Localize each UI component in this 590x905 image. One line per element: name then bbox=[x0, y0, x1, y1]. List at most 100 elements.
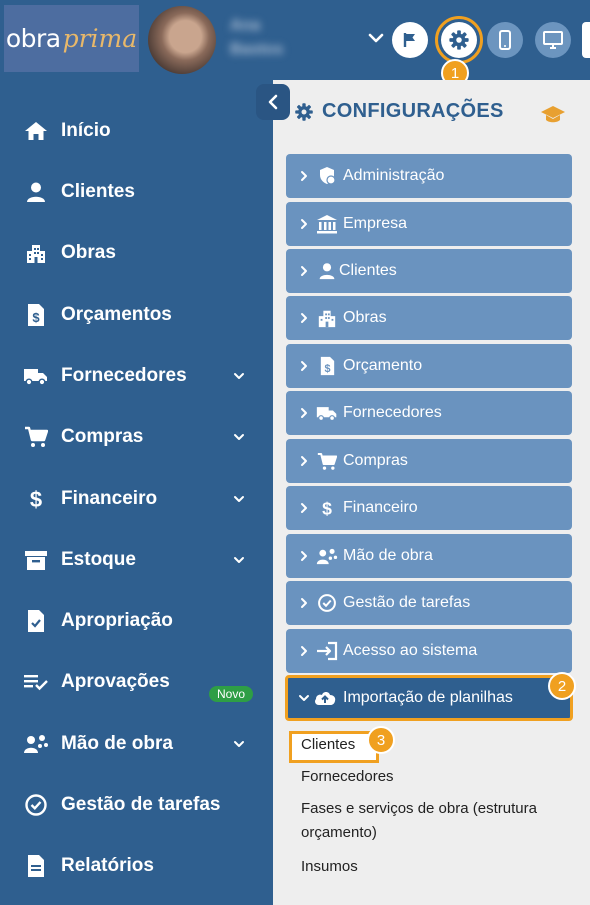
sidebar-item-relatorios[interactable]: Relatórios bbox=[0, 841, 273, 891]
sidebar-item-apropriacao[interactable]: Apropriação bbox=[0, 596, 273, 646]
config-section-label: Fornecedores bbox=[343, 404, 442, 421]
config-section-label: Acesso ao sistema bbox=[343, 642, 478, 659]
dollar-icon: $ bbox=[315, 496, 339, 520]
truck-icon bbox=[23, 363, 49, 389]
submenu-item-insumos[interactable]: Insumos bbox=[301, 855, 358, 879]
sidebar-item-financeiro[interactable]: $ Financeiro bbox=[0, 474, 273, 524]
chevron-right-icon bbox=[301, 646, 307, 656]
desktop-button[interactable] bbox=[535, 22, 571, 58]
truck-icon bbox=[315, 401, 339, 425]
sidebar-item-mao-de-obra[interactable]: Mão de obra bbox=[0, 719, 273, 769]
chevron-left-icon bbox=[268, 94, 278, 110]
sidebar-item-clientes[interactable]: Clientes bbox=[0, 167, 273, 217]
chevron-down-icon bbox=[234, 557, 244, 563]
invoice-icon: $ bbox=[315, 354, 339, 378]
config-section-label: Clientes bbox=[339, 262, 397, 279]
check-circle-icon bbox=[315, 591, 339, 615]
config-section-fornecedores[interactable]: Fornecedores bbox=[286, 391, 572, 435]
chevron-down-icon[interactable] bbox=[366, 28, 386, 48]
config-section-compras[interactable]: Compras bbox=[286, 439, 572, 483]
sidebar-item-label: Relatórios bbox=[61, 855, 154, 876]
config-section-administracao[interactable]: Administração bbox=[286, 154, 572, 198]
shield-icon bbox=[315, 164, 339, 188]
config-section-gestao-de-tarefas[interactable]: Gestão de tarefas bbox=[286, 581, 572, 625]
chevron-down-icon bbox=[299, 695, 309, 701]
sidebar-item-label: Financeiro bbox=[61, 488, 158, 509]
settings-button[interactable] bbox=[441, 22, 477, 58]
user-icon bbox=[315, 259, 339, 283]
logo-text-prima: prima bbox=[62, 24, 138, 53]
svg-text:$: $ bbox=[30, 487, 42, 511]
svg-text:$: $ bbox=[322, 498, 332, 518]
config-section-label: Compras bbox=[343, 452, 408, 469]
sidebar-item-obras[interactable]: Obras bbox=[0, 228, 273, 278]
sidebar-item-estoque[interactable]: Estoque bbox=[0, 535, 273, 585]
monitor-icon bbox=[543, 31, 563, 49]
report-icon bbox=[23, 853, 49, 879]
user-name: Ana bbox=[230, 17, 261, 34]
submenu-item-clientes[interactable]: Clientes bbox=[301, 733, 355, 757]
chevron-right-icon bbox=[301, 598, 307, 608]
config-section-mao-de-obra[interactable]: Mão de obra bbox=[286, 534, 572, 578]
sidebar-item-label: Obras bbox=[61, 242, 116, 263]
sidebar-item-orcamentos[interactable]: $ Orçamentos bbox=[0, 290, 273, 340]
login-icon bbox=[315, 639, 339, 663]
settings-title: CONFIGURAÇÕES bbox=[294, 100, 504, 123]
config-section-acesso-ao-sistema[interactable]: Acesso ao sistema bbox=[286, 629, 572, 673]
config-section-orcamento[interactable]: $ Orçamento bbox=[286, 344, 572, 388]
dollar-icon: $ bbox=[23, 486, 49, 512]
invoice-icon: $ bbox=[23, 302, 49, 328]
submenu-item-fornecedores[interactable]: Fornecedores bbox=[301, 765, 394, 789]
check-circle-icon bbox=[23, 792, 49, 818]
mobile-button[interactable] bbox=[487, 22, 523, 58]
sidebar-item-inicio[interactable]: Início bbox=[0, 106, 273, 156]
submenu-item-fases-e-servicos[interactable]: Fases e serviços de obra (estrutura orça… bbox=[301, 797, 566, 845]
config-section-label: Financeiro bbox=[343, 499, 418, 516]
chevron-right-icon bbox=[301, 219, 307, 229]
chevron-down-icon bbox=[234, 434, 244, 440]
sidebar-item-label: Gestão de tarefas bbox=[61, 794, 221, 815]
workers-icon bbox=[23, 731, 49, 757]
svg-text:$: $ bbox=[324, 363, 330, 375]
sidebar-item-label: Compras bbox=[61, 426, 144, 447]
home-icon bbox=[23, 118, 49, 144]
sidebar-item-label: Início bbox=[61, 120, 111, 141]
sidebar-item-compras[interactable]: Compras bbox=[0, 412, 273, 462]
config-section-clientes[interactable]: Clientes bbox=[286, 249, 572, 293]
config-section-financeiro[interactable]: $ Financeiro bbox=[286, 486, 572, 530]
chevron-right-icon bbox=[301, 408, 307, 418]
mobile-icon bbox=[499, 30, 511, 50]
bank-icon bbox=[315, 212, 339, 236]
chevron-right-icon bbox=[301, 266, 307, 276]
avatar[interactable] bbox=[148, 6, 216, 74]
config-section-label: Importação de planilhas bbox=[343, 689, 513, 706]
sidebar-item-gestao-de-tarefas[interactable]: Gestão de tarefas bbox=[0, 780, 273, 830]
top-bar-edge-button[interactable] bbox=[582, 22, 590, 58]
sidebar: Início Clientes Obras $ Orçamentos Forne… bbox=[0, 80, 273, 905]
workers-icon bbox=[315, 544, 339, 568]
config-section-obras[interactable]: Obras bbox=[286, 296, 572, 340]
sidebar-item-label: Clientes bbox=[61, 181, 135, 202]
svg-text:$: $ bbox=[32, 310, 40, 325]
gear-icon bbox=[295, 102, 313, 121]
flag-icon bbox=[403, 33, 415, 47]
obra-prima-logo[interactable]: obra prima bbox=[4, 5, 139, 72]
config-section-label: Administração bbox=[343, 167, 445, 184]
chevron-down-icon bbox=[234, 373, 244, 379]
cart-icon bbox=[315, 449, 339, 473]
chevron-right-icon bbox=[301, 503, 307, 513]
user-name-block[interactable]: Ana Bastos bbox=[230, 14, 330, 64]
sidebar-item-fornecedores[interactable]: Fornecedores bbox=[0, 351, 273, 401]
gear-icon bbox=[449, 30, 469, 50]
list-check-icon bbox=[23, 669, 49, 695]
collapse-sidebar-button[interactable] bbox=[256, 84, 290, 120]
building-icon bbox=[23, 240, 49, 266]
file-check-icon bbox=[23, 608, 49, 634]
graduation-cap-icon[interactable] bbox=[540, 103, 566, 125]
config-section-label: Orçamento bbox=[343, 357, 423, 374]
config-section-empresa[interactable]: Empresa bbox=[286, 202, 572, 246]
sidebar-item-label: Mão de obra bbox=[61, 733, 173, 754]
chevron-right-icon bbox=[301, 456, 307, 466]
config-section-importacao-de-planilhas[interactable]: Importação de planilhas bbox=[285, 675, 573, 721]
flag-button[interactable] bbox=[392, 22, 428, 58]
